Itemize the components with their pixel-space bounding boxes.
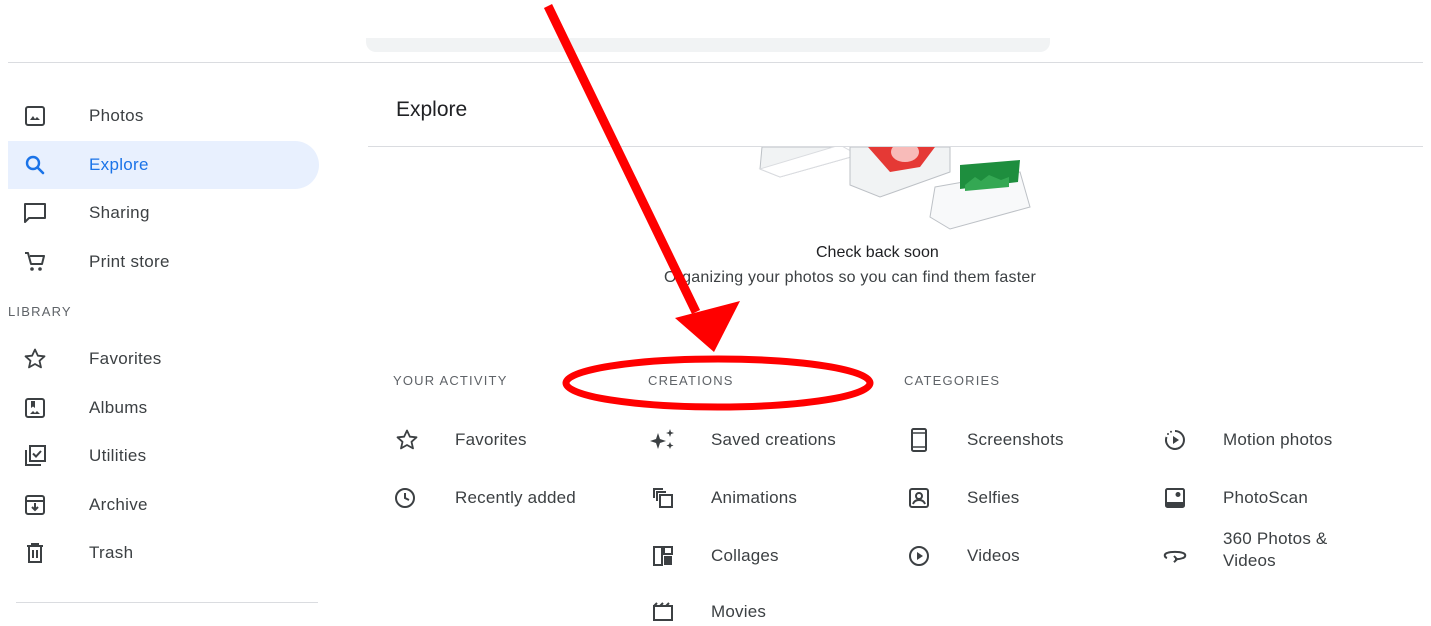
sidebar-item-albums[interactable]: Albums (8, 384, 319, 432)
sidebar-item-label: Explore (89, 155, 149, 174)
sidebar-item-label: Archive (89, 495, 148, 514)
explore-item-label: Motion photos (1223, 430, 1333, 449)
explore-item-selfies[interactable]: Selfies (905, 484, 1019, 512)
explore-item-label: Videos (967, 546, 1020, 565)
animation-icon (649, 484, 677, 512)
sidebar-item-label: Albums (89, 398, 148, 417)
movie-icon (649, 598, 677, 626)
star-icon (21, 345, 49, 373)
sidebar-item-print-store[interactable]: Print store (8, 238, 319, 286)
explore-item-photoscan[interactable]: PhotoScan (1161, 484, 1308, 512)
sidebar-item-label: Print store (89, 252, 170, 271)
explore-item-motion-photos[interactable]: Motion photos (1161, 426, 1332, 454)
explore-item-label: Favorites (455, 430, 527, 449)
selfie-portrait-icon (905, 484, 933, 512)
explore-item-videos[interactable]: Videos (905, 542, 1020, 570)
page-title: Explore (396, 98, 468, 121)
explore-item-favorites[interactable]: Favorites (393, 426, 527, 454)
album-icon (21, 394, 49, 422)
photoscan-icon (1161, 484, 1189, 512)
header-divider (8, 62, 1423, 63)
section-header-creations: CREATIONS (648, 373, 734, 388)
archive-icon (21, 491, 49, 519)
cart-icon (21, 248, 49, 276)
motion-photo-icon (1161, 426, 1189, 454)
sidebar-divider (16, 602, 318, 603)
explore-item-label: Screenshots (967, 430, 1064, 449)
sidebar-item-label: Sharing (89, 203, 150, 222)
explore-item-label: Saved creations (711, 430, 836, 449)
explore-item-collages[interactable]: Collages (649, 542, 779, 570)
section-header-your-activity: YOUR ACTIVITY (393, 373, 508, 388)
sidebar-item-trash[interactable]: Trash (8, 529, 319, 577)
empty-state-title: Check back soon (816, 244, 939, 261)
star-icon (393, 426, 421, 454)
sparkle-icon (649, 426, 677, 454)
explore-item-label: Animations (711, 488, 798, 507)
phone-icon (905, 426, 933, 454)
sidebar-item-label: Trash (89, 543, 134, 562)
utilities-check-icon (21, 442, 49, 470)
sidebar-item-label: Favorites (89, 349, 162, 368)
explore-item-label: Collages (711, 546, 779, 565)
clock-icon (391, 484, 419, 512)
sidebar-item-label: Utilities (89, 446, 147, 465)
explore-item-movies[interactable]: Movies (649, 598, 766, 626)
360-rotate-icon (1161, 542, 1189, 570)
sidebar-item-photos[interactable]: Photos (8, 92, 319, 140)
library-section-label: LIBRARY (8, 304, 72, 319)
annotation-arrow-head (675, 301, 740, 352)
sidebar-item-label: Photos (89, 106, 144, 125)
explore-item-saved-creations[interactable]: Saved creations (649, 426, 836, 454)
explore-item-label: Selfies (967, 488, 1020, 507)
sidebar-item-utilities[interactable]: Utilities (8, 432, 319, 480)
section-header-categories: CATEGORIES (904, 373, 1001, 388)
explore-item-label: PhotoScan (1223, 488, 1308, 507)
sidebar-item-archive[interactable]: Archive (8, 481, 319, 529)
play-circle-icon (905, 542, 933, 570)
chat-bubble-icon (21, 199, 49, 227)
explore-item-label: Movies (711, 602, 767, 621)
sidebar-item-sharing[interactable]: Sharing (8, 189, 319, 237)
explore-item-360-photos-videos[interactable]: 360 Photos & Videos (1161, 529, 1327, 570)
collage-icon (649, 542, 677, 570)
explore-item-screenshots[interactable]: Screenshots (905, 426, 1064, 454)
explore-item-label: Recently added (455, 488, 576, 507)
search-bar-edge[interactable] (366, 38, 1050, 52)
trash-icon (21, 539, 49, 567)
empty-state-subtitle: Organizing your photos so you can find t… (664, 269, 1036, 286)
explore-item-recently-added[interactable]: Recently added (391, 484, 576, 512)
search-icon (21, 151, 49, 179)
sidebar-item-explore[interactable]: Explore (8, 141, 319, 189)
explore-item-animations[interactable]: Animations (649, 484, 797, 512)
sidebar-item-favorites[interactable]: Favorites (8, 335, 319, 383)
explore-item-label: 360 Photos & Videos (1223, 529, 1328, 570)
photo-icon (21, 102, 49, 130)
empty-state-illustration (758, 147, 1031, 230)
